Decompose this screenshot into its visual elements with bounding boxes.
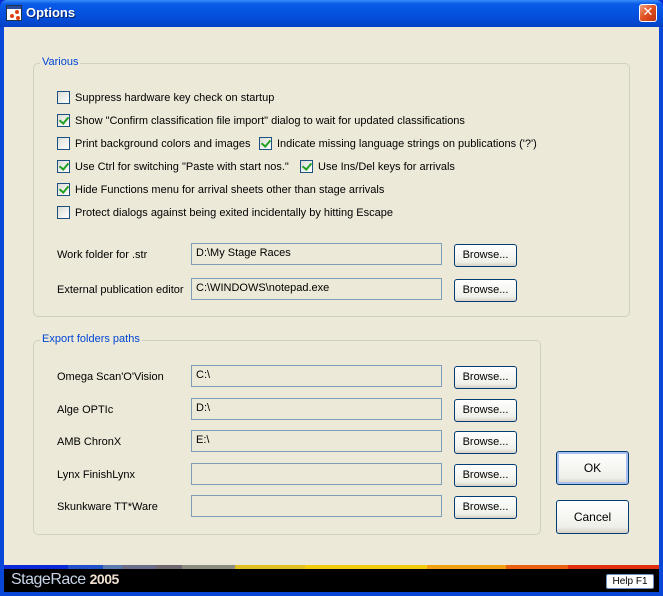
lynx-label: Lynx FinishLynx (57, 469, 136, 481)
stripe-segment (568, 565, 659, 569)
option-hide-functions-menu[interactable]: Hide Functions menu for arrival sheets o… (57, 183, 384, 196)
brand-logo: StageRace 2005 (11, 571, 119, 589)
checkbox[interactable] (300, 160, 313, 173)
option-missing-language-strings[interactable]: Indicate missing language strings on pub… (259, 137, 537, 150)
option-label: Protect dialogs against being exited inc… (75, 206, 393, 219)
window-title: Options (26, 5, 76, 20)
amb-label: AMB ChronX (57, 436, 122, 448)
option-protect-dialogs-escape[interactable]: Protect dialogs against being exited inc… (57, 206, 393, 219)
checkbox[interactable] (57, 91, 70, 104)
checkbox[interactable] (57, 137, 70, 150)
work-folder-field[interactable]: D:\My Stage Races (191, 243, 442, 265)
various-group: Various Suppress hardware key check on s… (33, 56, 630, 317)
help-button[interactable]: Help F1 (606, 574, 654, 589)
checkbox[interactable] (57, 206, 70, 219)
various-group-label: Various (40, 56, 81, 68)
stripe-segment (122, 565, 156, 569)
lynx-path-field[interactable] (191, 463, 442, 485)
external-editor-field[interactable]: C:\WINDOWS\notepad.exe (191, 278, 442, 300)
checkbox[interactable] (57, 160, 70, 173)
checkbox[interactable] (57, 114, 70, 127)
stripe-segment (506, 565, 568, 569)
color-stripe (4, 565, 659, 569)
brand-name: StageRace (11, 571, 86, 588)
skunkware-label: Skunkware TT*Ware (57, 501, 158, 513)
external-editor-label: External publication editor (57, 284, 184, 296)
stripe-segment (305, 565, 427, 569)
option-print-background[interactable]: Print background colors and images (57, 137, 250, 150)
option-label: Suppress hardware key check on startup (75, 91, 275, 104)
omega-browse-button[interactable]: Browse... (454, 366, 517, 389)
stripe-segment (182, 565, 235, 569)
option-label: Indicate missing language strings on pub… (277, 137, 537, 150)
amb-browse-button[interactable]: Browse... (454, 431, 517, 454)
omega-path-field[interactable]: C:\ (191, 365, 442, 387)
export-group: Export folders paths Omega Scan'O'Vision… (33, 333, 541, 535)
option-label: Use Ins/Del keys for arrivals (318, 160, 455, 173)
alge-browse-button[interactable]: Browse... (454, 399, 517, 422)
stripe-segment (4, 565, 68, 569)
title-bar[interactable]: Options ✕ (0, 0, 663, 27)
work-folder-browse-button[interactable]: Browse... (454, 244, 517, 267)
stripe-segment (103, 565, 122, 569)
checkbox[interactable] (57, 183, 70, 196)
app-icon (6, 5, 22, 21)
lynx-browse-button[interactable]: Browse... (454, 464, 517, 487)
dialog-body: Various Suppress hardware key check on s… (4, 27, 659, 565)
alge-path-field[interactable]: D:\ (191, 398, 442, 420)
option-suppress-hardware-key[interactable]: Suppress hardware key check on startup (57, 91, 274, 104)
close-icon[interactable]: ✕ (639, 4, 657, 22)
option-ctrl-paste-switch[interactable]: Use Ctrl for switching "Paste with start… (57, 160, 289, 173)
option-label: Show "Confirm classification file import… (75, 114, 465, 127)
stripe-segment (427, 565, 506, 569)
skunkware-path-field[interactable] (191, 495, 442, 517)
ok-button[interactable]: OK (556, 451, 629, 485)
amb-path-field[interactable]: E:\ (191, 430, 442, 452)
option-ins-del-keys[interactable]: Use Ins/Del keys for arrivals (300, 160, 455, 173)
export-group-label: Export folders paths (40, 333, 142, 345)
stripe-segment (235, 565, 305, 569)
work-folder-label: Work folder for .str (57, 249, 148, 261)
external-editor-browse-button[interactable]: Browse... (454, 279, 517, 302)
skunkware-browse-button[interactable]: Browse... (454, 496, 517, 519)
stripe-segment (156, 565, 182, 569)
omega-label: Omega Scan'O'Vision (57, 371, 164, 383)
cancel-button[interactable]: Cancel (556, 500, 629, 534)
alge-label: Alge OPTIc (57, 404, 114, 416)
brand-year: 2005 (89, 571, 120, 587)
option-confirm-import-dialog[interactable]: Show "Confirm classification file import… (57, 114, 465, 127)
footer-bar: StageRace 2005 Help F1 (4, 565, 659, 592)
option-label: Hide Functions menu for arrival sheets o… (75, 183, 385, 196)
option-label: Use Ctrl for switching "Paste with start… (75, 160, 289, 173)
options-window: Options ✕ Various Suppress hardware key … (0, 0, 663, 596)
checkbox[interactable] (259, 137, 272, 150)
stripe-segment (68, 565, 103, 569)
option-label: Print background colors and images (75, 137, 251, 150)
